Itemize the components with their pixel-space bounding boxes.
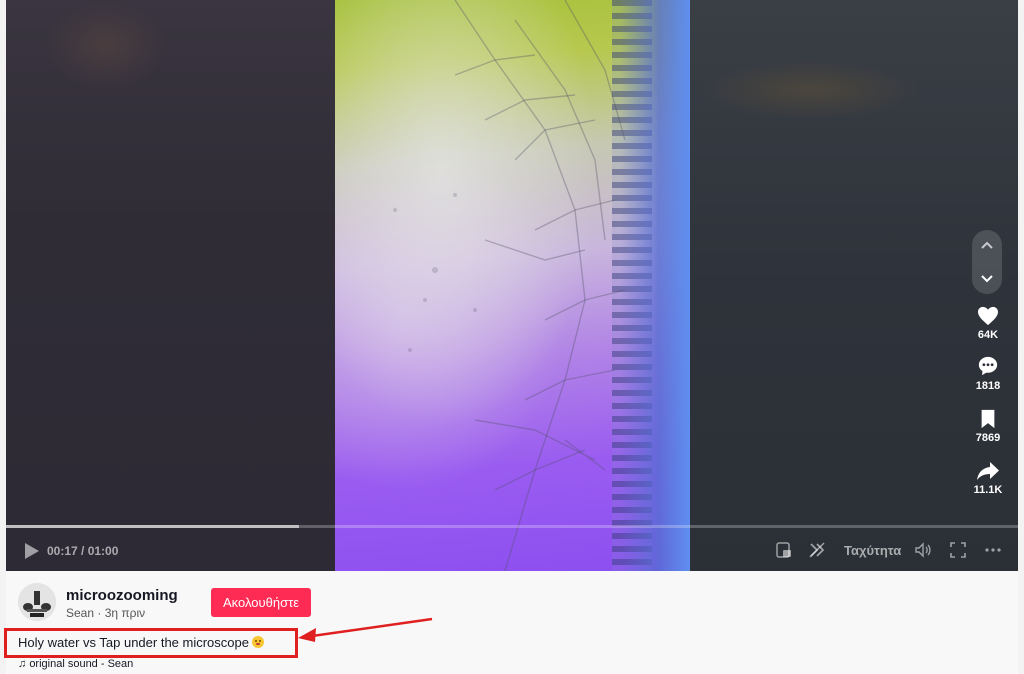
like-button[interactable]: 64K bbox=[966, 306, 1010, 341]
video-blur-background-left bbox=[6, 0, 335, 571]
play-icon[interactable] bbox=[24, 542, 40, 560]
annotation-highlight-box bbox=[4, 628, 298, 658]
favorite-count: 7869 bbox=[975, 432, 1001, 444]
chevron-up-icon[interactable] bbox=[979, 238, 995, 254]
more-icon[interactable] bbox=[984, 541, 1002, 559]
video-crystal-pattern bbox=[393, 0, 626, 571]
autoscroll-icon[interactable] bbox=[808, 541, 826, 559]
fullscreen-icon[interactable] bbox=[949, 541, 967, 559]
comment-count: 1818 bbox=[975, 380, 1001, 392]
music-text: original sound - Sean bbox=[29, 658, 134, 670]
comment-icon bbox=[978, 356, 998, 376]
favorite-button[interactable]: 7869 bbox=[966, 409, 1010, 444]
follow-button[interactable]: Ακολουθήστε bbox=[211, 588, 311, 617]
music-note-icon: ♫ bbox=[18, 658, 27, 670]
author-subtitle: Sean · 3η πριν bbox=[66, 606, 146, 620]
chevron-down-icon[interactable] bbox=[979, 270, 995, 286]
video-controls: 00:17 / 01:00 Ταχύτητα bbox=[6, 533, 1018, 569]
microscope-avatar-icon bbox=[18, 583, 56, 621]
like-count: 64K bbox=[977, 329, 999, 341]
video-progress-fill bbox=[6, 525, 300, 528]
share-icon bbox=[977, 462, 999, 480]
music-link[interactable]: ♫ original sound - Sean bbox=[18, 658, 133, 670]
video-frame[interactable] bbox=[335, 0, 690, 571]
video-navigation bbox=[972, 230, 1002, 294]
video-player[interactable]: 64K 1818 7869 11.1K 00:17 / 01:00 Ταχύτη… bbox=[6, 0, 1018, 571]
volume-icon[interactable] bbox=[914, 541, 932, 559]
video-info-panel: microozooming Sean · 3η πριν Ακολουθήστε… bbox=[6, 571, 1018, 674]
video-time: 00:17 / 01:00 bbox=[47, 544, 119, 558]
avatar[interactable] bbox=[18, 583, 56, 621]
speed-button[interactable]: Ταχύτητα bbox=[844, 543, 901, 558]
share-count: 11.1K bbox=[973, 484, 1003, 496]
pip-icon[interactable] bbox=[775, 541, 793, 559]
comment-button[interactable]: 1818 bbox=[966, 355, 1010, 392]
bookmark-icon bbox=[981, 409, 995, 429]
annotation-arrow-icon bbox=[298, 617, 433, 642]
video-progress-bar[interactable] bbox=[6, 525, 1018, 528]
author-username[interactable]: microozooming bbox=[66, 587, 178, 604]
share-button[interactable]: 11.1K bbox=[966, 461, 1010, 496]
heart-icon bbox=[978, 306, 998, 326]
